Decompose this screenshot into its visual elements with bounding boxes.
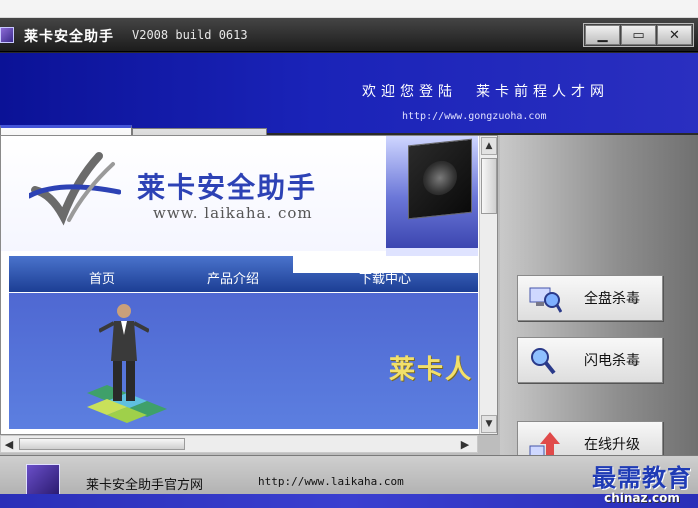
software-box-icon: [408, 138, 472, 220]
scroll-right-icon[interactable]: ▶: [457, 436, 473, 452]
header-url[interactable]: http://www.gongzuoha.com: [402, 111, 547, 122]
close-button[interactable]: ✕: [657, 25, 692, 45]
site-banner: 莱卡人: [9, 293, 478, 429]
full-scan-label: 全盘杀毒: [584, 291, 640, 307]
top-strip: [0, 0, 698, 18]
banner-text: 莱卡人: [389, 355, 474, 385]
app-window: 莱卡安全助手 V2008 build 0613 ▁ ▭ ✕ 欢迎您登陆 莱卡前程…: [0, 18, 698, 508]
minimize-button[interactable]: ▁: [585, 25, 620, 45]
window-version: V2008 build 0613: [132, 28, 248, 42]
title-bar[interactable]: 莱卡安全助手 V2008 build 0613 ▁ ▭ ✕: [0, 18, 698, 52]
scroll-down-icon[interactable]: ▼: [481, 415, 497, 433]
header-banner: 欢迎您登陆 莱卡前程人才网 http://www.gongzuoha.com 互…: [0, 53, 698, 165]
maximize-button[interactable]: ▭: [621, 25, 656, 45]
quick-scan-label: 闪电杀毒: [584, 353, 640, 369]
site-nav: 首页 产品介绍 下载中心: [9, 256, 478, 292]
welcome-text: 欢迎您登陆 莱卡前程人才网: [362, 84, 609, 100]
watermark-sub: chinaz.com: [604, 491, 680, 505]
window-controls: ▁ ▭ ✕: [583, 23, 694, 47]
main-panel: 莱卡安全助手 www. laikaha. com 首页 产品介绍 下载中心 莱卡…: [0, 135, 698, 457]
nav-products[interactable]: 产品介绍: [207, 268, 259, 287]
nav-home[interactable]: 首页: [89, 268, 115, 287]
site-logo-url: www. laikaha. com: [153, 204, 313, 222]
online-update-button[interactable]: 在线升级: [517, 421, 663, 457]
magnifier-icon: [531, 348, 556, 375]
computer-magnifier-icon: [529, 287, 562, 313]
watermark: 最需教育 chinaz.com: [592, 458, 692, 505]
scroll-up-icon[interactable]: ▲: [481, 137, 497, 155]
status-app-icon: [26, 464, 60, 496]
full-scan-button[interactable]: 全盘杀毒: [517, 275, 663, 321]
horizontal-scrollbar[interactable]: ◀ ▶: [0, 435, 478, 453]
action-panel: 全盘杀毒 闪电杀毒 在线升级: [500, 135, 698, 457]
watermark-main: 最需教育: [592, 464, 692, 492]
laika-logo-icon: [29, 152, 121, 226]
horizontal-scroll-thumb[interactable]: [19, 438, 185, 450]
official-site-url[interactable]: http://www.laikaha.com: [258, 475, 404, 488]
site-logo-area: 莱卡安全助手 www. laikaha. com: [1, 136, 386, 251]
app-icon: [0, 27, 14, 43]
vertical-scroll-thumb[interactable]: [481, 158, 497, 214]
businessman-figure-icon: [99, 304, 149, 401]
official-site-label[interactable]: 莱卡安全助手官方网: [86, 474, 203, 493]
vertical-scrollbar[interactable]: ▲ ▼: [479, 136, 497, 434]
embedded-browser[interactable]: 莱卡安全助手 www. laikaha. com 首页 产品介绍 下载中心 莱卡…: [0, 135, 498, 435]
site-logo-title: 莱卡安全助手: [137, 171, 318, 204]
product-reflection: [386, 248, 478, 256]
product-box-image: [386, 136, 478, 248]
quick-scan-button[interactable]: 闪电杀毒: [517, 337, 663, 383]
window-title: 莱卡安全助手: [24, 29, 114, 45]
nav-download[interactable]: 下载中心: [359, 268, 411, 287]
online-update-label: 在线升级: [584, 437, 640, 453]
scroll-left-icon[interactable]: ◀: [1, 436, 17, 452]
